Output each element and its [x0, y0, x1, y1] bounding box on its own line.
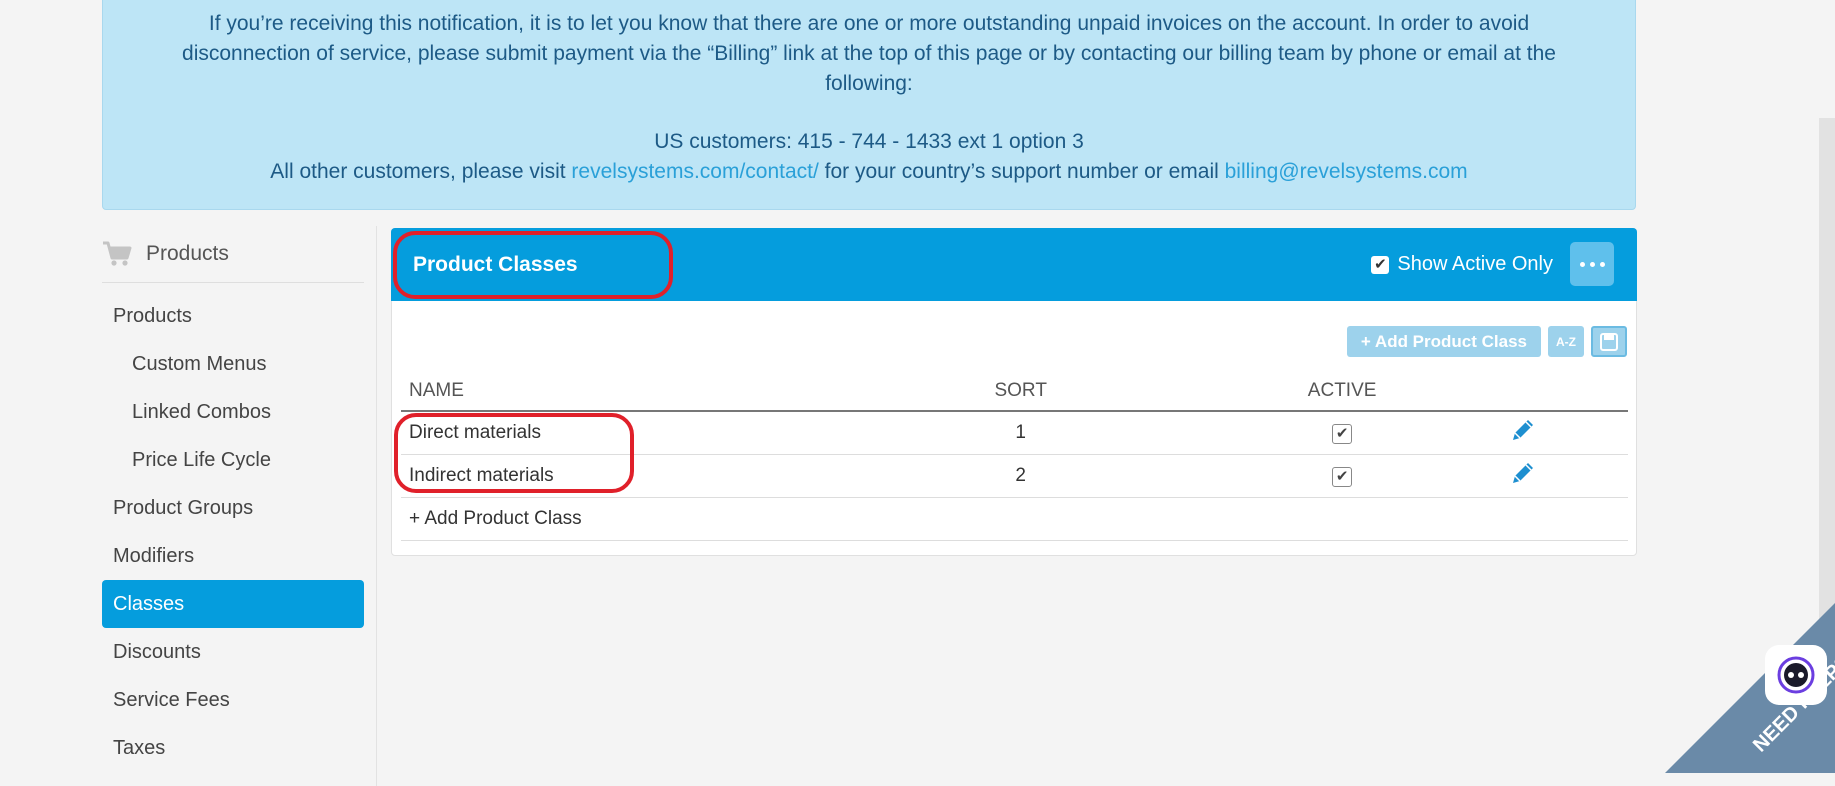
show-active-only-toggle[interactable]: ✔ Show Active Only	[1371, 228, 1553, 301]
billing-email-link[interactable]: billing@revelsystems.com	[1225, 160, 1468, 183]
column-header-active[interactable]: ACTIVE	[1267, 372, 1418, 412]
need-help-widget[interactable]: NEED HELP?	[1665, 603, 1835, 773]
sidebar-item-product-groups[interactable]: Product Groups	[102, 484, 364, 532]
sidebar-header-label: Products	[146, 242, 229, 265]
active-checkbox[interactable]: ✔	[1332, 423, 1353, 444]
edit-pencil-icon[interactable]	[1510, 417, 1536, 443]
sidebar: Products Products Custom Menus Linked Co…	[102, 226, 364, 772]
add-product-class-link[interactable]: + Add Product Class	[401, 497, 1628, 541]
panel-toolbar: + Add Product Class A-Z	[1346, 326, 1627, 357]
class-sort: 1	[955, 411, 1086, 455]
sidebar-item-service-fees[interactable]: Service Fees	[102, 676, 364, 724]
sidebar-item-discounts[interactable]: Discounts	[102, 628, 364, 676]
active-checkbox[interactable]: ✔	[1332, 466, 1353, 487]
shopping-cart-icon	[103, 241, 132, 266]
show-active-checkbox[interactable]: ✔	[1371, 255, 1390, 274]
unpaid-invoice-notice: If you’re receiving this notification, i…	[102, 0, 1636, 210]
column-header-name[interactable]: NAME	[401, 372, 956, 412]
add-product-class-button[interactable]: + Add Product Class	[1346, 326, 1541, 357]
sidebar-header: Products	[102, 226, 364, 283]
save-button[interactable]	[1591, 326, 1627, 357]
notice-text: If you’re receiving this notification, i…	[182, 12, 1556, 95]
highlight-rows-annotation	[394, 413, 634, 493]
sidebar-item-modifiers[interactable]: Modifiers	[102, 532, 364, 580]
class-sort: 2	[955, 454, 1086, 498]
more-options-button[interactable]	[1570, 242, 1614, 286]
chatbot-icon[interactable]	[1765, 645, 1827, 705]
sidebar-item-classes[interactable]: Classes	[102, 580, 364, 628]
contact-link[interactable]: revelsystems.com/contact/	[571, 160, 818, 183]
notice-other-mid: for your country’s support number or ema…	[818, 160, 1225, 183]
table-header-row: NAME SORT ACTIVE	[401, 372, 1628, 412]
sort-az-button[interactable]: A-Z	[1548, 326, 1584, 357]
highlight-title-annotation	[393, 231, 673, 299]
sidebar-item-price-life-cycle[interactable]: Price Life Cycle	[102, 436, 364, 484]
column-header-sort[interactable]: SORT	[955, 372, 1086, 412]
sidebar-item-linked-combos[interactable]: Linked Combos	[102, 388, 364, 436]
notice-other-prefix: All other customers, please visit	[270, 160, 572, 183]
notice-us-phone: US customers: 415 - 744 - 1433 ext 1 opt…	[654, 130, 1084, 153]
notice-other-customers: All other customers, please visit revels…	[143, 157, 1595, 187]
add-row[interactable]: + Add Product Class	[401, 497, 1628, 541]
more-dots-icon	[1579, 261, 1585, 267]
show-active-label: Show Active Only	[1397, 253, 1553, 275]
sidebar-item-products[interactable]: Products	[102, 292, 364, 340]
save-icon	[1600, 332, 1618, 351]
sidebar-item-custom-menus[interactable]: Custom Menus	[102, 340, 364, 388]
edit-pencil-icon[interactable]	[1510, 460, 1536, 486]
sidebar-item-taxes[interactable]: Taxes	[102, 724, 364, 772]
sidebar-divider	[376, 226, 377, 786]
